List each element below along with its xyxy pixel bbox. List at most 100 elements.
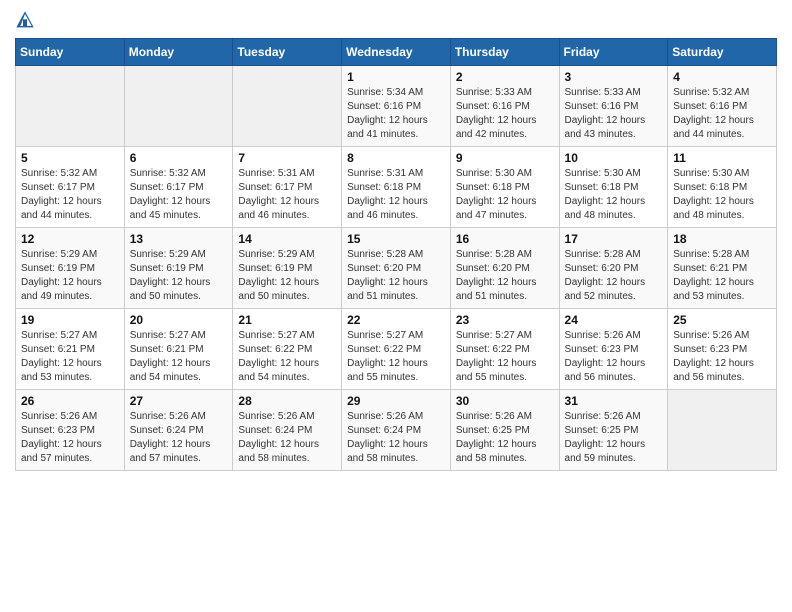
page-header [15, 10, 777, 30]
day-number: 23 [456, 313, 554, 327]
calendar-cell: 31 Sunrise: 5:26 AM Sunset: 6:25 PM Dayli… [559, 390, 668, 471]
day-info: Sunrise: 5:26 AM Sunset: 6:24 PM Dayligh… [130, 410, 228, 466]
day-info: Sunrise: 5:26 AM Sunset: 6:23 PM Dayligh… [21, 410, 119, 466]
calendar-cell: 10 Sunrise: 5:30 AM Sunset: 6:18 PM Dayli… [559, 147, 668, 228]
calendar-cell: 6 Sunrise: 5:32 AM Sunset: 6:17 PM Daylig… [124, 147, 233, 228]
calendar-cell [16, 66, 125, 147]
calendar-cell: 15 Sunrise: 5:28 AM Sunset: 6:20 PM Dayli… [342, 228, 451, 309]
calendar-cell: 12 Sunrise: 5:29 AM Sunset: 6:19 PM Dayli… [16, 228, 125, 309]
day-number: 16 [456, 232, 554, 246]
day-info: Sunrise: 5:27 AM Sunset: 6:21 PM Dayligh… [21, 329, 119, 385]
calendar-cell: 1Sunrise: 5:34 AM Sunset: 6:16 PM Daylig… [342, 66, 451, 147]
calendar-week-row: 12 Sunrise: 5:29 AM Sunset: 6:19 PM Dayli… [16, 228, 777, 309]
day-number: 14 [238, 232, 336, 246]
calendar-cell: 19 Sunrise: 5:27 AM Sunset: 6:21 PM Dayli… [16, 309, 125, 390]
day-number: 18 [673, 232, 771, 246]
header-tuesday: Tuesday [233, 39, 342, 66]
header-monday: Monday [124, 39, 233, 66]
calendar-header-row: SundayMondayTuesdayWednesdayThursdayFrid… [16, 39, 777, 66]
calendar-week-row: 19 Sunrise: 5:27 AM Sunset: 6:21 PM Dayli… [16, 309, 777, 390]
header-wednesday: Wednesday [342, 39, 451, 66]
day-number: 5 [21, 151, 119, 165]
day-info: Sunrise: 5:27 AM Sunset: 6:21 PM Dayligh… [130, 329, 228, 385]
calendar-cell: 21 Sunrise: 5:27 AM Sunset: 6:22 PM Dayli… [233, 309, 342, 390]
day-number: 10 [565, 151, 663, 165]
calendar-cell: 16Sunrise: 5:28 AM Sunset: 6:20 PM Dayli… [450, 228, 559, 309]
day-info: Sunrise: 5:30 AM Sunset: 6:18 PM Dayligh… [673, 167, 771, 223]
day-number: 9 [456, 151, 554, 165]
day-info: Sunrise: 5:32 AM Sunset: 6:17 PM Dayligh… [130, 167, 228, 223]
day-info: Sunrise: 5:26 AM Sunset: 6:25 PM Dayligh… [456, 410, 554, 466]
day-info: Sunrise: 5:29 AM Sunset: 6:19 PM Dayligh… [238, 248, 336, 304]
day-info: Sunrise: 5:33 AM Sunset: 6:16 PM Dayligh… [456, 86, 554, 142]
day-number: 27 [130, 394, 228, 408]
calendar-cell: 3 Sunrise: 5:33 AM Sunset: 6:16 PM Daylig… [559, 66, 668, 147]
day-number: 2 [456, 70, 554, 84]
calendar-week-row: 1Sunrise: 5:34 AM Sunset: 6:16 PM Daylig… [16, 66, 777, 147]
day-info: Sunrise: 5:26 AM Sunset: 6:24 PM Dayligh… [347, 410, 445, 466]
day-number: 22 [347, 313, 445, 327]
logo-icon [15, 10, 35, 30]
day-info: Sunrise: 5:26 AM Sunset: 6:23 PM Dayligh… [565, 329, 663, 385]
calendar-cell: 27 Sunrise: 5:26 AM Sunset: 6:24 PM Dayli… [124, 390, 233, 471]
day-number: 21 [238, 313, 336, 327]
calendar-cell: 2 Sunrise: 5:33 AM Sunset: 6:16 PM Daylig… [450, 66, 559, 147]
day-info: Sunrise: 5:29 AM Sunset: 6:19 PM Dayligh… [130, 248, 228, 304]
header-thursday: Thursday [450, 39, 559, 66]
calendar-cell: 14 Sunrise: 5:29 AM Sunset: 6:19 PM Dayli… [233, 228, 342, 309]
day-info: Sunrise: 5:26 AM Sunset: 6:24 PM Dayligh… [238, 410, 336, 466]
header-friday: Friday [559, 39, 668, 66]
day-number: 4 [673, 70, 771, 84]
day-number: 24 [565, 313, 663, 327]
day-number: 30 [456, 394, 554, 408]
calendar-cell: 8Sunrise: 5:31 AM Sunset: 6:18 PM Daylig… [342, 147, 451, 228]
day-info: Sunrise: 5:27 AM Sunset: 6:22 PM Dayligh… [238, 329, 336, 385]
day-info: Sunrise: 5:28 AM Sunset: 6:20 PM Dayligh… [565, 248, 663, 304]
day-number: 15 [347, 232, 445, 246]
day-number: 26 [21, 394, 119, 408]
calendar-cell: 5 Sunrise: 5:32 AM Sunset: 6:17 PM Daylig… [16, 147, 125, 228]
header-saturday: Saturday [668, 39, 777, 66]
calendar-cell: 23 Sunrise: 5:27 AM Sunset: 6:22 PM Dayli… [450, 309, 559, 390]
day-number: 19 [21, 313, 119, 327]
day-info: Sunrise: 5:34 AM Sunset: 6:16 PM Dayligh… [347, 86, 445, 142]
calendar-cell: 7Sunrise: 5:31 AM Sunset: 6:17 PM Daylig… [233, 147, 342, 228]
calendar-cell [124, 66, 233, 147]
calendar-week-row: 5 Sunrise: 5:32 AM Sunset: 6:17 PM Daylig… [16, 147, 777, 228]
calendar-cell: 22 Sunrise: 5:27 AM Sunset: 6:22 PM Dayli… [342, 309, 451, 390]
day-number: 17 [565, 232, 663, 246]
day-number: 28 [238, 394, 336, 408]
day-info: Sunrise: 5:27 AM Sunset: 6:22 PM Dayligh… [456, 329, 554, 385]
calendar-cell: 25 Sunrise: 5:26 AM Sunset: 6:23 PM Dayli… [668, 309, 777, 390]
day-info: Sunrise: 5:32 AM Sunset: 6:16 PM Dayligh… [673, 86, 771, 142]
day-info: Sunrise: 5:32 AM Sunset: 6:17 PM Dayligh… [21, 167, 119, 223]
calendar-cell: 13 Sunrise: 5:29 AM Sunset: 6:19 PM Dayli… [124, 228, 233, 309]
calendar-cell [233, 66, 342, 147]
day-info: Sunrise: 5:26 AM Sunset: 6:23 PM Dayligh… [673, 329, 771, 385]
day-number: 20 [130, 313, 228, 327]
day-info: Sunrise: 5:30 AM Sunset: 6:18 PM Dayligh… [565, 167, 663, 223]
header-sunday: Sunday [16, 39, 125, 66]
day-number: 11 [673, 151, 771, 165]
day-number: 29 [347, 394, 445, 408]
day-info: Sunrise: 5:26 AM Sunset: 6:25 PM Dayligh… [565, 410, 663, 466]
day-number: 7 [238, 151, 336, 165]
logo [15, 10, 37, 30]
day-number: 13 [130, 232, 228, 246]
day-number: 31 [565, 394, 663, 408]
day-info: Sunrise: 5:33 AM Sunset: 6:16 PM Dayligh… [565, 86, 663, 142]
day-number: 3 [565, 70, 663, 84]
day-info: Sunrise: 5:28 AM Sunset: 6:21 PM Dayligh… [673, 248, 771, 304]
day-info: Sunrise: 5:28 AM Sunset: 6:20 PM Dayligh… [347, 248, 445, 304]
calendar-cell: 29 Sunrise: 5:26 AM Sunset: 6:24 PM Dayli… [342, 390, 451, 471]
day-info: Sunrise: 5:27 AM Sunset: 6:22 PM Dayligh… [347, 329, 445, 385]
day-number: 8 [347, 151, 445, 165]
calendar-cell: 4 Sunrise: 5:32 AM Sunset: 6:16 PM Daylig… [668, 66, 777, 147]
day-number: 6 [130, 151, 228, 165]
calendar-cell: 18 Sunrise: 5:28 AM Sunset: 6:21 PM Dayli… [668, 228, 777, 309]
day-number: 25 [673, 313, 771, 327]
day-info: Sunrise: 5:29 AM Sunset: 6:19 PM Dayligh… [21, 248, 119, 304]
day-number: 12 [21, 232, 119, 246]
calendar-cell: 11 Sunrise: 5:30 AM Sunset: 6:18 PM Dayli… [668, 147, 777, 228]
day-info: Sunrise: 5:30 AM Sunset: 6:18 PM Dayligh… [456, 167, 554, 223]
